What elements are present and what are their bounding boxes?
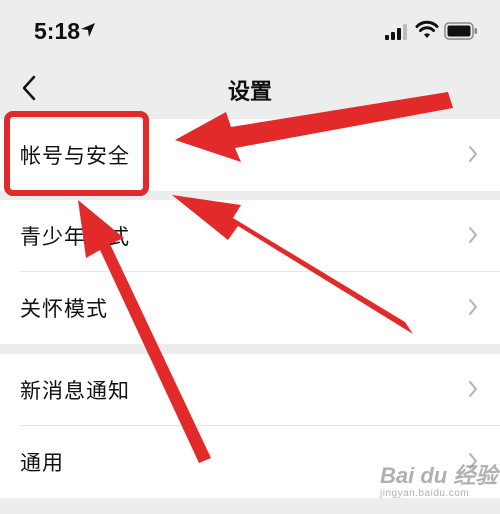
settings-item-care-mode[interactable]: 关怀模式 xyxy=(0,272,500,344)
settings-item-label: 青少年模式 xyxy=(20,225,130,249)
wifi-icon xyxy=(415,20,439,38)
settings-item-teen-mode[interactable]: 青少年模式 xyxy=(0,200,500,272)
settings-item-account-security[interactable]: 帐号与安全 xyxy=(0,119,500,191)
settings-item-new-message-notification[interactable]: 新消息通知 xyxy=(0,354,500,426)
watermark-logo: Bai du 经验 jingyan.baidu.com xyxy=(380,463,498,499)
location-arrow-icon xyxy=(81,23,95,37)
chevron-right-icon xyxy=(469,299,477,315)
settings-item-label: 帐号与安全 xyxy=(20,144,130,168)
settings-item-label: 关怀模式 xyxy=(20,297,108,321)
signal-icon xyxy=(385,24,407,40)
chevron-right-icon xyxy=(469,146,477,162)
settings-item-label: 通用 xyxy=(20,451,64,475)
settings-group-modes: 青少年模式 关怀模式 xyxy=(0,200,500,344)
page-title: 设置 xyxy=(227,80,272,105)
nav-bar: 设置 xyxy=(0,62,500,114)
chevron-right-icon xyxy=(469,381,477,397)
settings-group-account: 帐号与安全 xyxy=(0,119,500,191)
chevron-right-icon xyxy=(469,227,477,243)
status-time: 5:18 xyxy=(34,18,81,44)
settings-item-label: 新消息通知 xyxy=(20,379,130,403)
status-bar: 5:18 xyxy=(0,0,500,62)
battery-icon xyxy=(444,22,477,40)
